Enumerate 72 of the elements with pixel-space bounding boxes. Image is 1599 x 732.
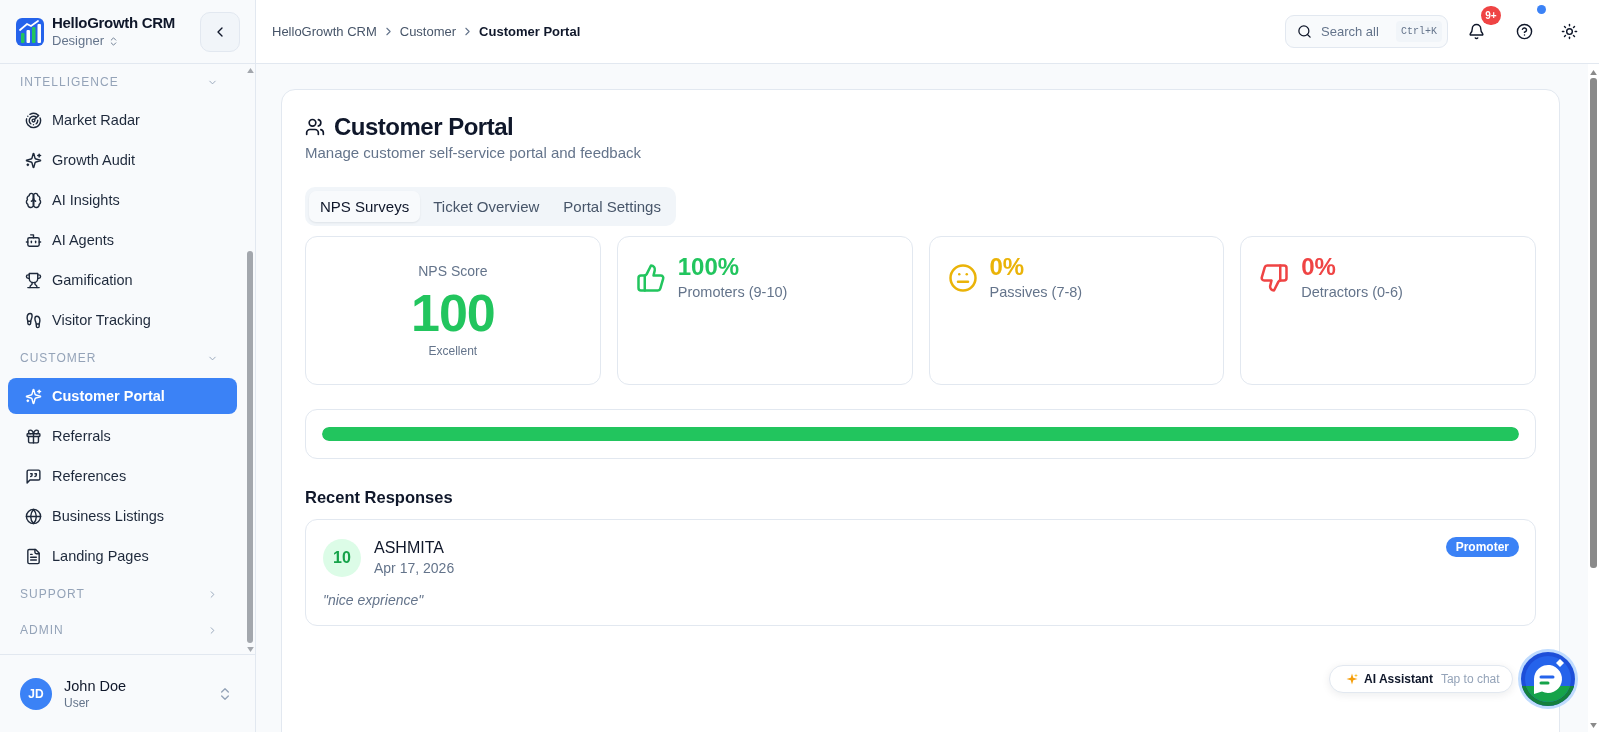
breadcrumb-link[interactable]: HelloGrowth CRM [272, 24, 377, 39]
response-comment: "nice exprience" [323, 591, 425, 609]
notification-count: 9+ [1481, 5, 1501, 25]
nav-item[interactable]: AI Agents [8, 222, 237, 258]
logo-icon [16, 17, 44, 46]
assistant-prompt[interactable]: AI Assistant Tap to chat [1329, 665, 1513, 693]
section-title: Recent Responses [305, 487, 454, 507]
brain-icon [25, 191, 42, 209]
stat-label: Promoters (9-10) [677, 283, 788, 302]
scroll-up-arrow-icon[interactable] [1590, 70, 1597, 75]
scroll-down-arrow-icon[interactable] [246, 647, 254, 652]
stat-value: 0% [989, 252, 1026, 282]
respondent-name: ASHMITA [374, 538, 445, 558]
gift-icon [25, 427, 42, 445]
thumbs-down-icon [1259, 263, 1290, 293]
trophy-icon [25, 271, 42, 289]
nav-item[interactable]: Growth Audit [8, 142, 237, 178]
nps-value: 100 [411, 285, 495, 341]
nav-item[interactable]: Customer Portal [8, 378, 237, 414]
thumbs-up-icon [635, 263, 666, 293]
score-avatar: 10 [323, 539, 361, 577]
stat-value: 0% [1301, 252, 1337, 282]
nav-item[interactable]: Landing Pages [8, 538, 237, 574]
users-icon [305, 117, 325, 137]
neutral-face-icon [947, 263, 978, 293]
scrollbar-thumb[interactable] [1590, 78, 1597, 568]
footprints-icon [25, 311, 42, 329]
avatar: JD [20, 677, 52, 710]
user-role: User [64, 694, 91, 711]
scroll-up-arrow-icon[interactable] [246, 68, 254, 73]
nav-item[interactable]: Gamification [8, 262, 237, 298]
globe-icon [25, 507, 42, 525]
response-date: Apr 17, 2026 [374, 559, 455, 578]
page-title: Customer Portal [334, 113, 514, 141]
stat-value: 100% [677, 252, 741, 282]
chat-bubble-icon [1521, 652, 1575, 706]
sparkle-icon [1346, 673, 1358, 685]
sparkles-icon [25, 387, 42, 405]
nav-item[interactable]: References [8, 458, 237, 494]
user-name: John Doe [64, 676, 127, 695]
scroll-down-arrow-icon[interactable] [1590, 723, 1597, 728]
scrollbar-thumb[interactable] [247, 251, 253, 643]
breadcrumb-current: Customer Portal [479, 24, 581, 39]
assistant-label: AI Assistant [1364, 672, 1433, 686]
nav-item[interactable]: Visitor Tracking [8, 302, 237, 338]
stat-label: NPS Score [418, 262, 488, 281]
document-icon [25, 547, 42, 565]
nav-item[interactable]: Market Radar [8, 102, 237, 138]
breadcrumb-link[interactable]: Customer [399, 24, 457, 39]
nav-item[interactable]: Business Listings [8, 498, 237, 534]
stat-label: Passives (7-8) [989, 283, 1083, 302]
quote-message-icon [25, 467, 42, 485]
robot-icon [25, 231, 42, 249]
workspace-switcher[interactable]: Designer [52, 33, 175, 49]
shortcut-hint: Ctrl+K [1396, 21, 1442, 42]
category-tag: Promoter [1445, 537, 1519, 557]
assistant-hint: Tap to chat [1440, 672, 1500, 686]
page-subtitle: Manage customer self-service portal and feedback [305, 143, 642, 163]
app-name: HelloGrowth CRM [52, 14, 175, 32]
bell-icon [1467, 23, 1485, 40]
sparkles-icon [25, 151, 42, 169]
nav-item[interactable]: Referrals [8, 418, 237, 454]
sun-icon [1560, 23, 1578, 40]
nav-item[interactable]: AI Insights [8, 182, 237, 218]
help-icon [1515, 23, 1533, 40]
stat-label: Detractors (0-6) [1301, 283, 1403, 302]
search-icon [1297, 24, 1312, 39]
radar-icon [25, 111, 42, 129]
tab[interactable]: Ticket Overview [422, 191, 551, 222]
tab[interactable]: NPS Surveys [309, 191, 421, 222]
tab[interactable]: Portal Settings [552, 191, 672, 222]
nps-rating: Excellent [428, 343, 478, 359]
